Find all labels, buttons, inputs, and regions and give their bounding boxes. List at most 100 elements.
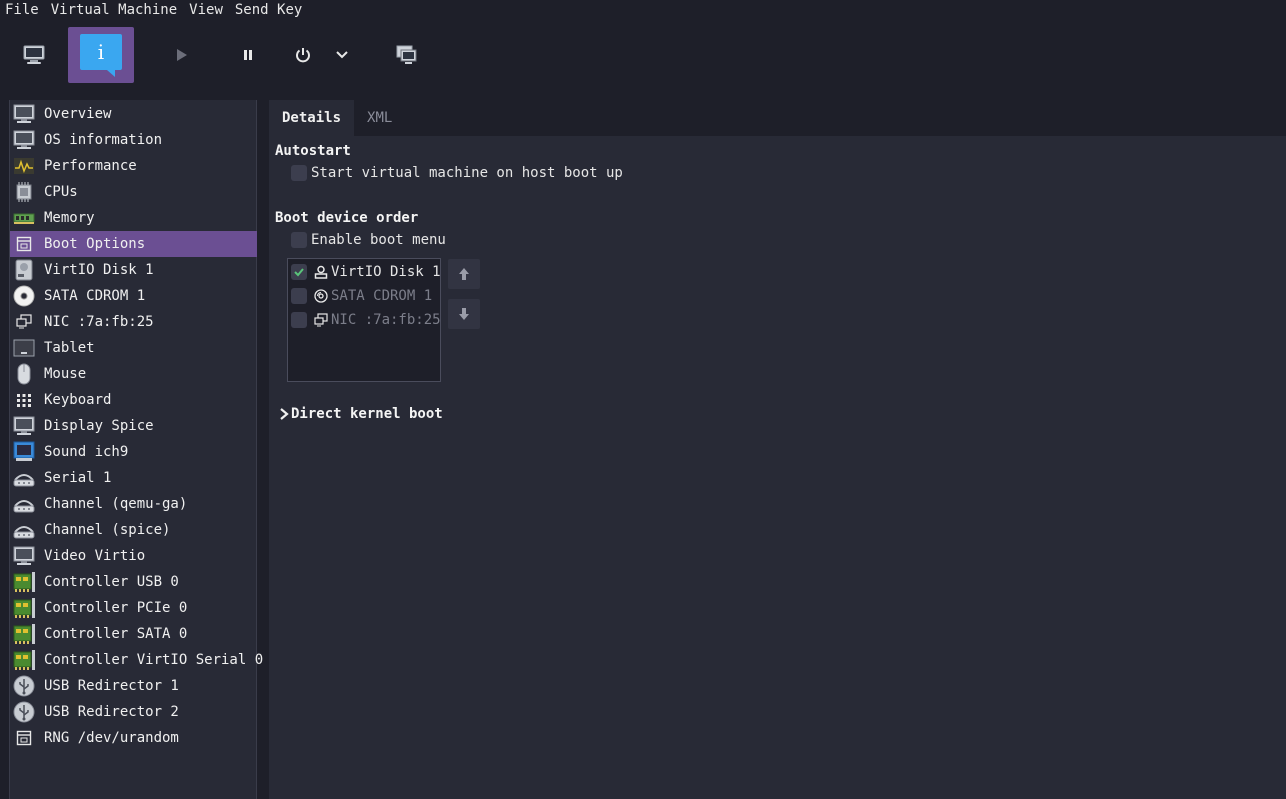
menu-file[interactable]: File [0,1,46,19]
details-button[interactable]: i [68,27,134,83]
boot-device-checkbox[interactable] [291,312,307,328]
sound-icon [12,441,36,463]
sidebar-item-mouse[interactable]: Mouse [10,361,257,387]
cdrom-icon [313,288,329,304]
autostart-checkbox[interactable]: Start virtual machine on host boot up [291,165,623,181]
checkmark-icon [294,268,304,277]
serial-icon [12,493,36,515]
sidebar-item-controller-sata-0[interactable]: Controller SATA 0 [10,621,257,647]
sidebar-item-memory[interactable]: Memory [10,205,257,231]
hardware-sidebar: Overview OS information Performance CPUs Mem… [9,100,263,799]
usb-icon [12,701,36,723]
sidebar-item-virtio-disk-1[interactable]: VirtIO Disk 1 [10,257,257,283]
disk-icon [313,264,329,280]
sidebar-item-label: Performance [44,158,137,174]
sidebar-item-label: Controller VirtIO Serial 0 [44,652,264,668]
sidebar-item-label: Display Spice [44,418,154,434]
sidebar-item-os-information[interactable]: OS information [10,127,257,153]
direct-kernel-boot-label: Direct kernel boot [291,406,443,422]
sidebar-item-channel-spice[interactable]: Channel (spice) [10,517,257,543]
tab-details-label: Details [282,110,342,126]
shutdown-menu-button[interactable] [327,40,357,70]
boot-device-virtio-disk[interactable]: VirtIO Disk 1 [291,261,441,283]
tab-bar: Details XML [269,100,1286,136]
boot-device-checkbox[interactable] [291,288,307,304]
menu-view[interactable]: View [184,1,230,19]
sidebar-item-sound-ich9[interactable]: Sound ich9 [10,439,257,465]
mouse-icon [12,363,36,385]
boot-device-label: NIC :7a:fb:25 [331,312,441,328]
tablet-icon [12,337,36,359]
sidebar-item-label: Memory [44,210,95,226]
console-button[interactable] [19,40,49,70]
sidebar-item-display-spice[interactable]: Display Spice [10,413,257,439]
controller-icon [12,597,36,619]
pause-icon [244,50,252,60]
sidebar-item-label: Overview [44,106,112,122]
sidebar-item-usb-redirector-1[interactable]: USB Redirector 1 [10,673,257,699]
sidebar-item-performance[interactable]: Performance [10,153,257,179]
boot-device-sata-cdrom[interactable]: SATA CDROM 1 [291,285,432,307]
enable-boot-menu-box[interactable] [291,232,307,248]
boot-device-nic[interactable]: NIC :7a:fb:25 [291,309,441,331]
sidebar-item-controller-virtio-serial-0[interactable]: Controller VirtIO Serial 0 [10,647,263,673]
boot-device-checkbox[interactable] [291,264,307,280]
direct-kernel-boot-expander[interactable]: Direct kernel boot [277,406,443,422]
run-button[interactable] [166,40,196,70]
enable-boot-menu-checkbox[interactable]: Enable boot menu [291,232,446,248]
snapshot-icon [396,45,417,64]
autostart-title: Autostart [275,143,351,159]
monitor-icon [12,129,36,151]
controller-icon [12,571,36,593]
sidebar-item-label: SATA CDROM 1 [44,288,146,304]
controller-icon [12,623,36,645]
disk-icon [12,259,36,281]
menu-virtual-machine[interactable]: Virtual Machine [46,1,184,19]
sidebar-item-keyboard[interactable]: Keyboard [10,387,257,413]
move-down-button[interactable] [448,299,480,329]
memory-icon [12,207,36,229]
sidebar-item-tablet[interactable]: Tablet [10,335,257,361]
snapshots-button[interactable] [392,40,422,70]
shutdown-button[interactable] [288,40,318,70]
move-up-button[interactable] [448,259,480,289]
sidebar-item-serial-1[interactable]: Serial 1 [10,465,257,491]
autostart-checkbox-box[interactable] [291,165,307,181]
nic-icon [313,312,329,328]
sidebar-item-label: RNG /dev/urandom [44,730,179,746]
sidebar-item-label: Controller SATA 0 [44,626,188,642]
tab-xml[interactable]: XML [354,100,405,136]
sidebar-item-sata-cdrom-1[interactable]: SATA CDROM 1 [10,283,257,309]
sidebar-item-cpus[interactable]: CPUs [10,179,257,205]
sidebar-item-label: USB Redirector 1 [44,678,179,694]
sidebar-item-video-virtio[interactable]: Video Virtio [10,543,257,569]
boot-icon [12,727,36,749]
sidebar-item-nic-7a-fb-25[interactable]: NIC :7a:fb:25 [10,309,257,335]
sidebar-item-label: Serial 1 [44,470,112,486]
arrow-up-icon [459,268,469,280]
monitor-icon [12,415,36,437]
enable-boot-menu-label: Enable boot menu [311,232,446,248]
sidebar-item-label: OS information [44,132,163,148]
arrow-down-icon [459,308,469,320]
sidebar-item-usb-redirector-2[interactable]: USB Redirector 2 [10,699,257,725]
cpu-icon [12,181,36,203]
menu-send-key[interactable]: Send Key [230,1,309,19]
pause-button[interactable] [233,40,263,70]
sidebar-item-label: Channel (qemu-ga) [44,496,188,512]
sidebar-item-overview[interactable]: Overview [10,101,257,127]
sidebar-item-label: VirtIO Disk 1 [44,262,154,278]
sidebar-item-channel-qemu-ga[interactable]: Channel (qemu-ga) [10,491,257,517]
sidebar-item-rng-dev-urandom[interactable]: RNG /dev/urandom [10,725,257,751]
sidebar-item-boot-options[interactable]: Boot Options [10,231,257,257]
chevron-right-icon [280,408,289,420]
sidebar-item-controller-pcie-0[interactable]: Controller PCIe 0 [10,595,257,621]
sidebar-item-controller-usb-0[interactable]: Controller USB 0 [10,569,257,595]
sidebar-item-label: NIC :7a:fb:25 [44,314,154,330]
tab-details[interactable]: Details [269,100,355,136]
menu-bar: File Virtual Machine View Send Key [0,0,1286,20]
play-icon [177,49,187,61]
keyboard-icon [12,389,36,411]
boot-device-list: VirtIO Disk 1 SATA CDROM 1 NIC :7a:fb:25 [287,258,441,382]
sidebar-item-label: Video Virtio [44,548,146,564]
